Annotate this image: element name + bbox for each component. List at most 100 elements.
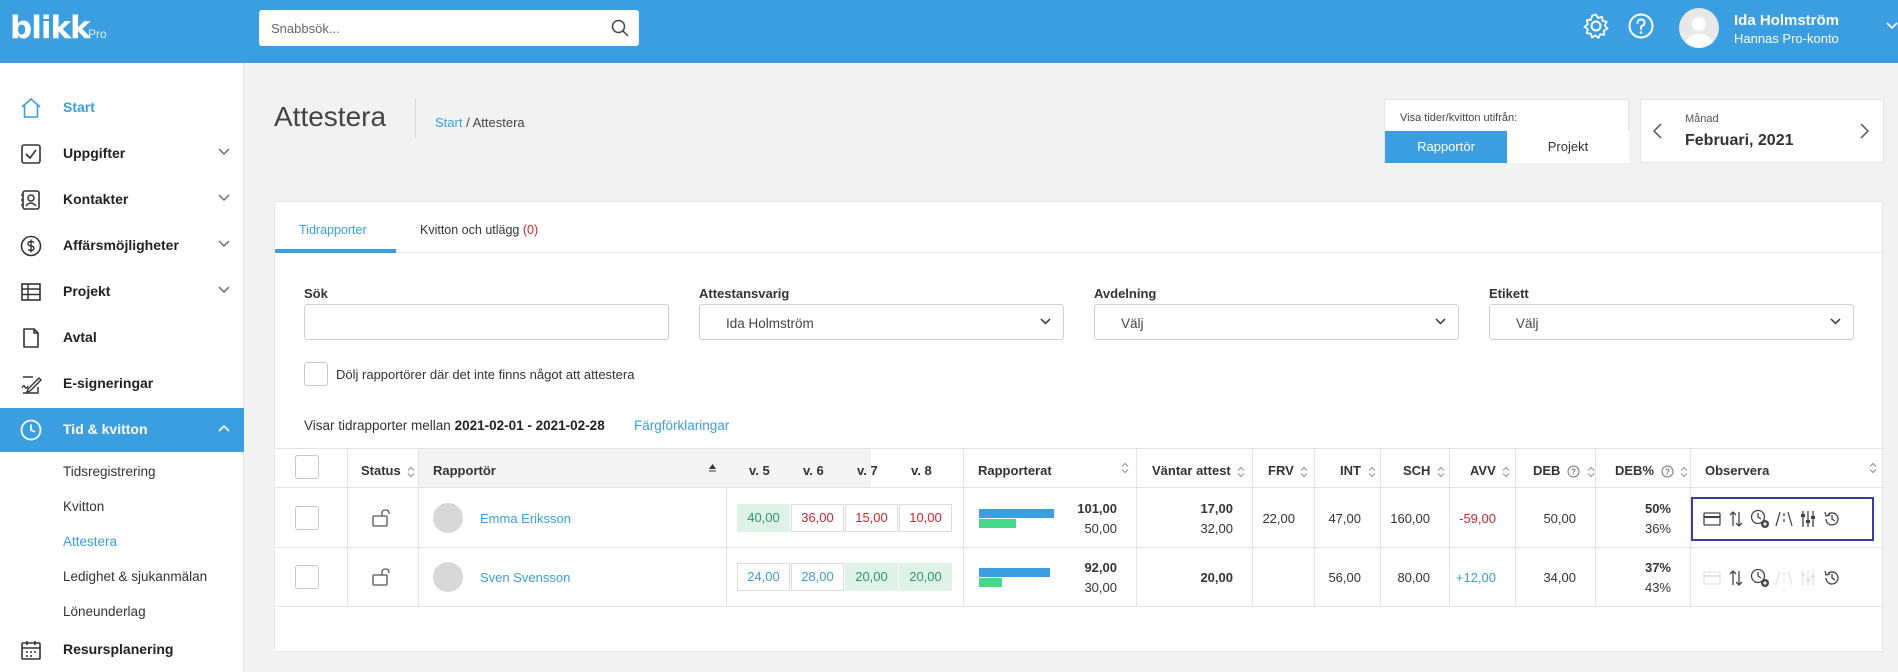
chevron-right-icon[interactable] [1859, 122, 1871, 140]
tab-tidrapporter[interactable]: Tidrapporter [299, 223, 367, 237]
help-icon[interactable] [1627, 12, 1655, 40]
search-filter-input[interactable] [304, 304, 669, 340]
sort-arrows-icon[interactable] [1728, 510, 1744, 528]
sidebar-item-projekt[interactable]: Projekt [0, 270, 244, 314]
chevron-up-icon[interactable] [218, 424, 230, 432]
chevron-down-icon[interactable] [218, 286, 230, 294]
col-frv[interactable]: FRV [1268, 463, 1308, 478]
col-avv[interactable]: AVV [1470, 463, 1510, 478]
chevron-down-icon [1040, 318, 1051, 325]
view-toggle-projekt-button[interactable]: Projekt [1507, 131, 1629, 163]
reporter-name[interactable]: Sven Svensson [480, 570, 570, 585]
col-reported[interactable]: Rapporterat [978, 463, 1052, 478]
sort-icon [1300, 466, 1308, 477]
chevron-down-icon[interactable] [1886, 22, 1898, 30]
credit-card-icon[interactable] [1703, 510, 1721, 528]
table-row[interactable]: Sven Svensson 24,00 28,00 20,00 20,00 92… [275, 548, 1884, 607]
row-checkbox[interactable] [295, 565, 319, 589]
history-icon[interactable] [1823, 510, 1841, 528]
int-value: 56,00 [1328, 570, 1361, 585]
clock-add-icon[interactable] [1750, 568, 1770, 588]
col-week-6: v. 6 [803, 463, 824, 478]
sidebar-item-label: Affärsmöjligheter [63, 237, 179, 253]
user-name[interactable]: Ida Holmström [1734, 12, 1839, 29]
gear-icon[interactable] [1582, 12, 1610, 40]
department-select[interactable]: Välj [1094, 304, 1459, 340]
chevron-down-icon[interactable] [218, 194, 230, 202]
hide-empty-checkbox[interactable] [304, 362, 328, 386]
signature-icon [21, 376, 42, 394]
quick-search-input[interactable] [259, 10, 589, 46]
sidebar-item-start[interactable]: Start [0, 86, 244, 130]
tag-filter-label: Etikett [1489, 286, 1529, 301]
sidebar-subitem-kvitton[interactable]: Kvitton [63, 499, 104, 514]
deb-pct-top: 37% [1644, 560, 1671, 575]
chevron-left-icon[interactable] [1651, 122, 1663, 140]
approver-select[interactable]: Ida Holmström [699, 304, 1064, 340]
sidebar-item-resursplanering[interactable]: Resursplanering [0, 628, 244, 672]
clock-add-icon[interactable] [1750, 509, 1770, 529]
select-all-checkbox[interactable] [295, 455, 319, 479]
row-checkbox[interactable] [295, 506, 319, 530]
col-deb[interactable]: DEB ? [1533, 463, 1595, 478]
unlock-icon[interactable] [372, 509, 394, 527]
col-status[interactable]: Status [361, 463, 415, 478]
sort-icon[interactable] [1869, 462, 1877, 474]
col-awaiting[interactable]: Väntar attest [1152, 463, 1245, 478]
sidebar-subitem-tidsregistrering[interactable]: Tidsregistrering [63, 464, 156, 479]
sidebar-item-label: Uppgifter [63, 145, 126, 161]
sidebar-subitem-loneunderlag[interactable]: Löneunderlag [63, 604, 146, 619]
sliders-icon[interactable] [1799, 510, 1817, 528]
sort-icon [1237, 466, 1245, 477]
billable-bar [979, 519, 1016, 528]
col-int[interactable]: INT [1340, 463, 1376, 478]
sidebar-item-tid-och-kvitton[interactable]: Tid & kvitton [0, 408, 244, 452]
view-toggle-rapportor-button[interactable]: Rapportör [1385, 131, 1507, 163]
user-avatar[interactable] [1679, 8, 1719, 48]
chevron-down-icon[interactable] [218, 240, 230, 248]
search-icon[interactable] [611, 19, 629, 37]
color-legend-link[interactable]: Färgförklaringar [634, 418, 729, 433]
sort-asc-icon[interactable] [708, 463, 717, 472]
avatar [433, 503, 463, 533]
chevron-down-icon[interactable] [218, 148, 230, 156]
sidebar-subitem-ledighet[interactable]: Ledighet & sjukanmälan [63, 569, 207, 584]
week-8-cell[interactable]: 10,00 [899, 504, 952, 532]
sidebar-item-uppgifter[interactable]: Uppgifter [0, 132, 244, 176]
col-deb-pct[interactable]: DEB% ? [1615, 463, 1688, 478]
sidebar-item-affarsmojligheter[interactable]: Affärsmöjligheter [0, 224, 244, 268]
sort-arrows-icon[interactable] [1728, 569, 1744, 587]
sidebar-subitem-attestera[interactable]: Attestera [63, 534, 117, 549]
avatar [433, 562, 463, 592]
reporter-name[interactable]: Emma Eriksson [480, 511, 571, 526]
week-5-cell[interactable]: 24,00 [737, 563, 790, 591]
hide-empty-label[interactable]: Dölj rapportörer där det inte finns någo… [336, 367, 634, 382]
sidebar-item-kontakter[interactable]: Kontakter [0, 178, 244, 222]
table-row[interactable]: Emma Eriksson 40,00 36,00 15,00 10,00 10… [275, 489, 1884, 548]
sidebar-item-e-signeringar[interactable]: E-signeringar [0, 362, 244, 406]
sidebar-item-avtal[interactable]: Avtal [0, 316, 244, 360]
sort-icon[interactable] [1121, 462, 1129, 474]
breadcrumb-home-link[interactable]: Start [435, 115, 462, 130]
week-7-cell[interactable]: 15,00 [845, 504, 898, 532]
sidebar-item-label: Projekt [63, 283, 111, 299]
week-8-cell[interactable]: 20,00 [899, 563, 952, 591]
chevron-down-icon [1830, 318, 1841, 325]
week-6-cell[interactable]: 28,00 [791, 563, 844, 591]
info-icon[interactable]: ? [1567, 465, 1580, 478]
history-icon[interactable] [1823, 569, 1841, 587]
week-7-cell[interactable]: 20,00 [845, 563, 898, 591]
unlock-icon[interactable] [372, 568, 394, 586]
deb-pct-bottom: 43% [1644, 580, 1671, 595]
user-account[interactable]: Hannas Pro-konto [1734, 31, 1839, 46]
tab-kvitton-och-utlagg[interactable]: Kvitton och utlägg (0) [420, 223, 538, 237]
info-icon[interactable]: ? [1661, 465, 1674, 478]
week-5-cell[interactable]: 40,00 [737, 504, 790, 532]
deb-value: 34,00 [1543, 570, 1576, 585]
tag-select[interactable]: Välj [1489, 304, 1854, 340]
road-icon[interactable] [1774, 510, 1794, 528]
col-sch[interactable]: SCH [1403, 463, 1445, 478]
week-6-cell[interactable]: 36,00 [791, 504, 844, 532]
col-reporter[interactable]: Rapportör [433, 463, 496, 478]
logo[interactable]: blikk [10, 10, 91, 46]
